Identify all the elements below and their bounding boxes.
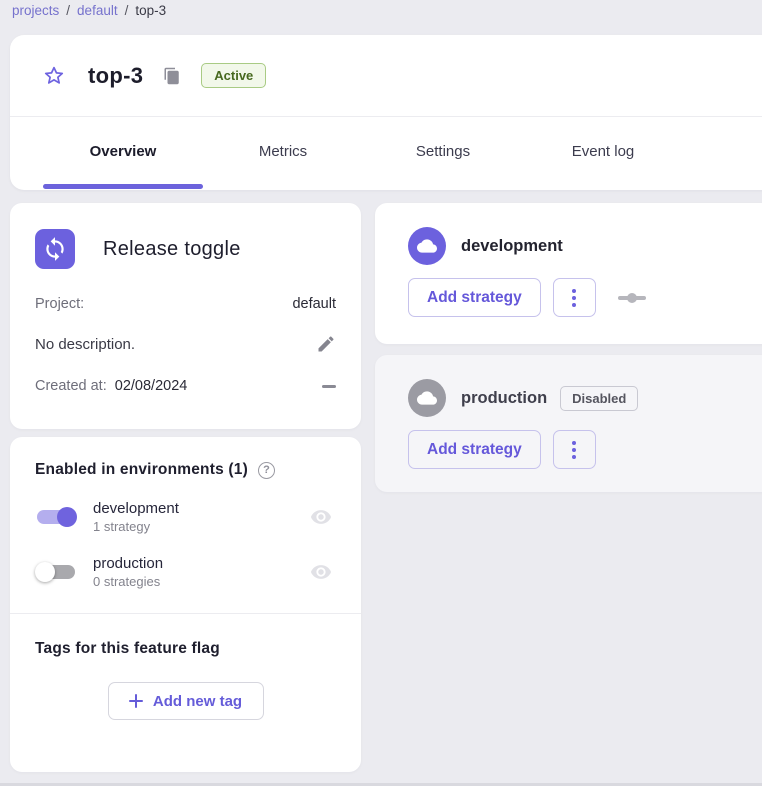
- add-new-tag-label: Add new tag: [153, 693, 242, 710]
- flag-type-header: Release toggle: [35, 229, 336, 269]
- tab-event-log[interactable]: Event log: [523, 117, 683, 189]
- breadcrumb: projects / default / top-3: [12, 3, 166, 18]
- tab-bar: Overview Metrics Settings Event log: [10, 117, 762, 189]
- production-environment-panel: production Disabled Add strategy: [375, 355, 762, 492]
- copy-icon[interactable]: [163, 67, 181, 85]
- breadcrumb-current: top-3: [135, 3, 166, 18]
- flag-header-card: top-3 Active Overview Metrics Settings E…: [10, 35, 762, 190]
- tab-settings[interactable]: Settings: [363, 117, 523, 189]
- favorite-star-icon[interactable]: [42, 64, 66, 88]
- add-new-tag-button[interactable]: Add new tag: [108, 682, 264, 720]
- release-toggle-sync-icon: [35, 229, 75, 269]
- created-at-row: Created at: 02/08/2024: [35, 378, 336, 394]
- flag-title-row: top-3 Active: [10, 35, 762, 117]
- enabled-environments-section: Enabled in environments (1) development …: [10, 437, 361, 589]
- environment-name: development: [93, 500, 310, 517]
- page-title: top-3: [88, 63, 143, 89]
- environment-panel-name: development: [461, 237, 563, 256]
- flag-type-label: Release toggle: [103, 238, 241, 261]
- disabled-badge: Disabled: [560, 386, 638, 411]
- environment-name: production: [93, 555, 310, 572]
- environment-panel-name: production: [461, 389, 547, 408]
- description-text: No description.: [35, 336, 135, 353]
- strategy-separator-icon: [618, 293, 646, 303]
- breadcrumb-link-projects[interactable]: projects: [12, 3, 59, 18]
- more-actions-kebab-button[interactable]: [553, 430, 596, 469]
- enabled-environments-title: Enabled in environments (1): [35, 461, 248, 479]
- environment-row-production: production 0 strategies: [35, 555, 336, 589]
- production-toggle[interactable]: [35, 561, 77, 583]
- add-strategy-button[interactable]: Add strategy: [408, 430, 541, 469]
- cloud-icon: [408, 227, 446, 265]
- status-badge: Active: [201, 63, 266, 88]
- tags-title: Tags for this feature flag: [35, 640, 336, 658]
- tab-overview[interactable]: Overview: [43, 117, 203, 189]
- add-strategy-button[interactable]: Add strategy: [408, 278, 541, 317]
- created-at-label: Created at:: [35, 378, 107, 394]
- help-icon[interactable]: [258, 462, 275, 479]
- project-value: default: [292, 296, 336, 312]
- strategy-count: 0 strategies: [93, 574, 310, 589]
- eye-icon[interactable]: [310, 506, 332, 528]
- project-row: Project: default: [35, 296, 336, 312]
- collapse-minus-icon[interactable]: [322, 379, 336, 393]
- tab-metrics[interactable]: Metrics: [203, 117, 363, 189]
- breadcrumb-link-default[interactable]: default: [77, 3, 118, 18]
- plus-icon: [129, 694, 143, 708]
- created-at-value: 02/08/2024: [115, 378, 188, 394]
- description-row: No description.: [35, 334, 336, 354]
- breadcrumb-separator: /: [66, 3, 70, 18]
- development-environment-panel: development Add strategy: [375, 203, 762, 344]
- more-actions-kebab-button[interactable]: [553, 278, 596, 317]
- breadcrumb-separator: /: [125, 3, 129, 18]
- strategy-count: 1 strategy: [93, 519, 310, 534]
- kebab-dots-icon: [572, 296, 576, 300]
- kebab-dots-icon: [572, 448, 576, 452]
- environments-card: Enabled in environments (1) development …: [10, 437, 361, 772]
- environment-row-development: development 1 strategy: [35, 500, 336, 534]
- edit-description-icon[interactable]: [316, 334, 336, 354]
- eye-icon[interactable]: [310, 561, 332, 583]
- project-label: Project:: [35, 296, 84, 312]
- tags-section: Tags for this feature flag Add new tag: [10, 614, 361, 720]
- flag-details-card: Release toggle Project: default No descr…: [10, 203, 361, 429]
- development-toggle[interactable]: [35, 506, 77, 528]
- cloud-icon: [408, 379, 446, 417]
